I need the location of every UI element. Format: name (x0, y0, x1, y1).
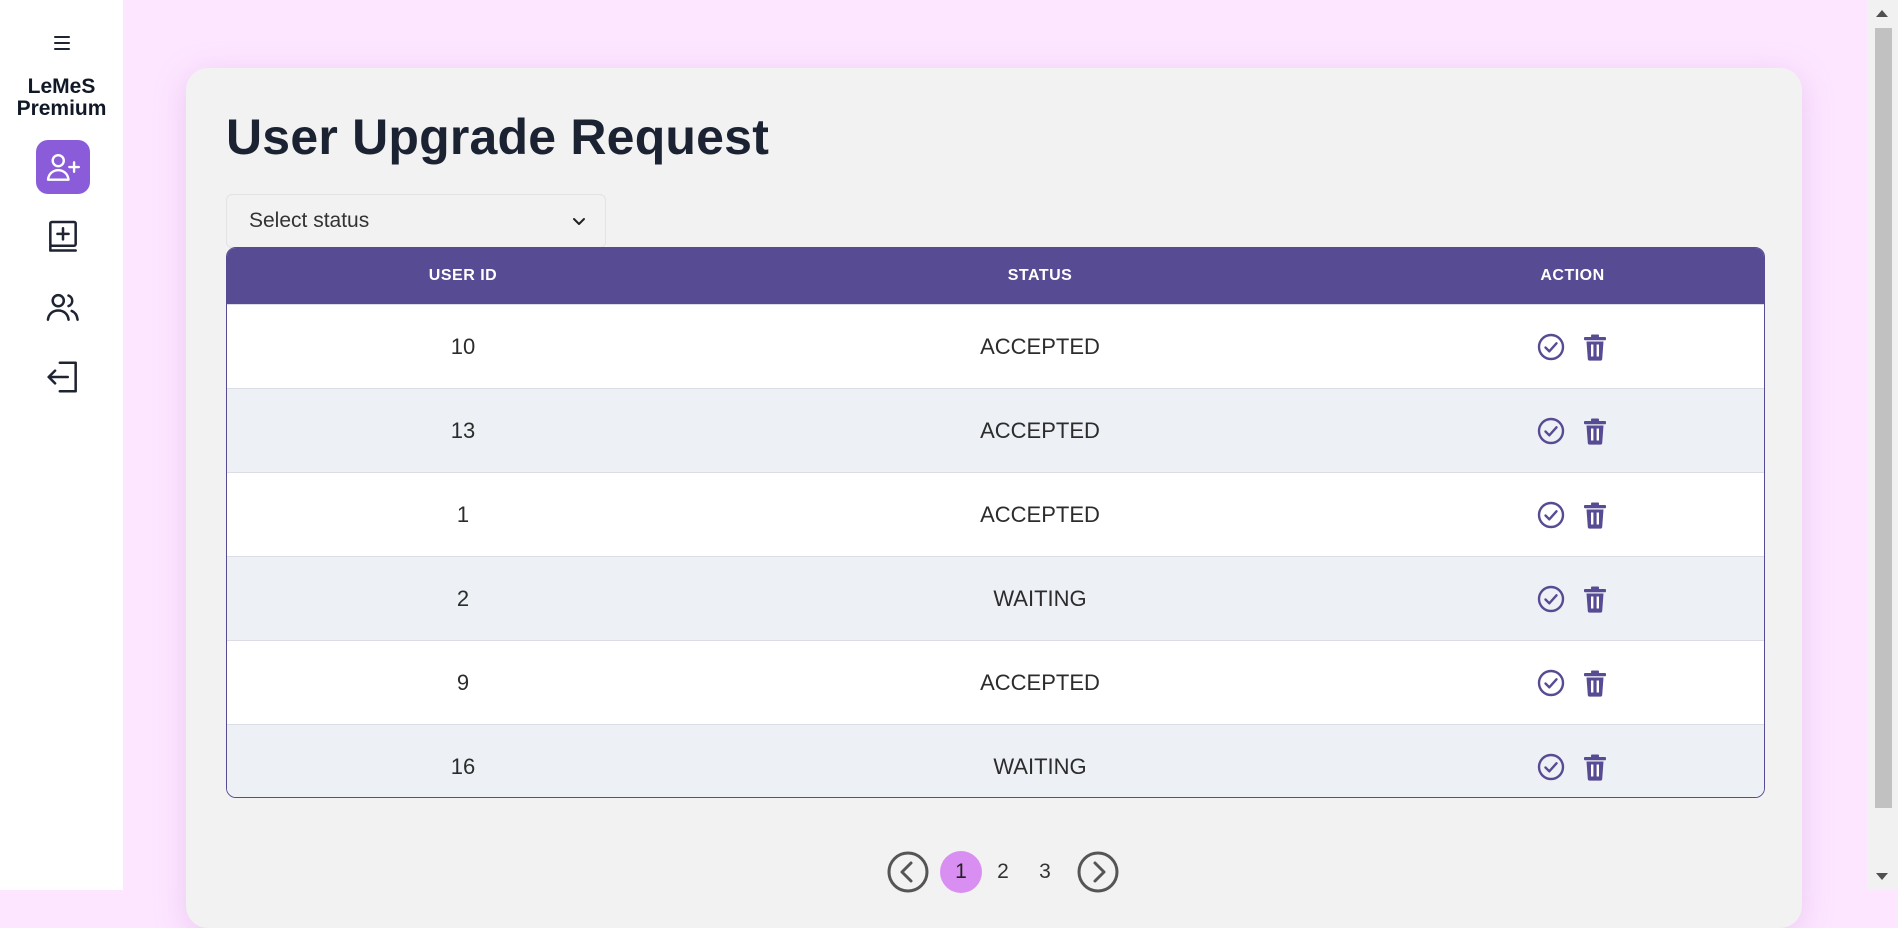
cell-user-id: 16 (227, 724, 699, 797)
cell-user-id: 9 (227, 640, 699, 725)
delete-trash-icon[interactable] (1580, 752, 1610, 782)
brand-line-2: Premium (16, 97, 107, 120)
cell-status: WAITING (699, 556, 1381, 641)
cell-actions (1381, 472, 1764, 557)
cell-actions (1381, 724, 1764, 797)
sidebar-item-upgrade-requests[interactable] (36, 140, 90, 194)
approve-check-icon[interactable] (1536, 584, 1566, 614)
cell-actions (1381, 556, 1764, 641)
header-user-id: USER ID (227, 248, 699, 305)
cell-user-id: 1 (227, 472, 699, 557)
scrollbar-thumb[interactable] (1875, 28, 1892, 808)
table-row: 1 ACCEPTED (227, 472, 1764, 557)
approve-check-icon[interactable] (1536, 668, 1566, 698)
upgrade-request-card: User Upgrade Request Select status USER … (186, 68, 1802, 928)
brand-line-1: LeMeS (27, 75, 96, 98)
approve-check-icon[interactable] (1536, 500, 1566, 530)
page-number-1[interactable]: 1 (940, 851, 982, 893)
cell-user-id: 13 (227, 388, 699, 473)
cell-actions (1381, 304, 1764, 389)
page-title: User Upgrade Request (226, 109, 770, 165)
status-select-value: Select status (249, 209, 370, 232)
delete-trash-icon[interactable] (1580, 416, 1610, 446)
page-number-3[interactable]: 3 (1024, 851, 1066, 893)
cell-user-id: 2 (227, 556, 699, 641)
page-number-2[interactable]: 2 (982, 851, 1024, 893)
user-plus-icon (46, 153, 81, 181)
menu-icon[interactable] (54, 36, 70, 50)
requests-table: USER ID STATUS ACTION 10 ACCEPTED 13 ACCEPT… (226, 247, 1765, 798)
cell-actions (1381, 388, 1764, 473)
next-page-icon[interactable] (1076, 850, 1120, 894)
cell-user-id: 10 (227, 304, 699, 389)
table-row: 9 ACCEPTED (227, 640, 1764, 725)
status-select[interactable]: Select status (226, 194, 606, 248)
sidebar-item-users[interactable] (36, 280, 90, 334)
approve-check-icon[interactable] (1536, 332, 1566, 362)
sidebar-item-add-book[interactable] (36, 210, 90, 264)
sidebar: LeMeS Premium (0, 0, 123, 890)
cell-status: ACCEPTED (699, 640, 1381, 725)
book-plus-icon (49, 220, 77, 252)
table-row: 10 ACCEPTED (227, 304, 1764, 389)
cell-status: ACCEPTED (699, 472, 1381, 557)
previous-page-icon[interactable] (886, 850, 930, 894)
cell-status: WAITING (699, 724, 1381, 797)
approve-check-icon[interactable] (1536, 416, 1566, 446)
approve-check-icon[interactable] (1536, 752, 1566, 782)
brand-logo: LeMeS Premium (0, 76, 123, 120)
pagination: 123 (886, 850, 1120, 894)
cell-status: ACCEPTED (699, 304, 1381, 389)
header-action: ACTION (1381, 248, 1764, 305)
table-header-row: USER ID STATUS ACTION (227, 248, 1764, 305)
users-icon (46, 293, 79, 321)
sidebar-item-logout[interactable] (36, 350, 90, 404)
table-row: 13 ACCEPTED (227, 388, 1764, 473)
table-row: 16 WAITING (227, 724, 1764, 797)
delete-trash-icon[interactable] (1580, 668, 1610, 698)
header-status: STATUS (699, 248, 1381, 305)
scroll-up-icon[interactable] (1876, 10, 1888, 17)
logout-icon (47, 361, 77, 393)
delete-trash-icon[interactable] (1580, 584, 1610, 614)
delete-trash-icon[interactable] (1580, 332, 1610, 362)
scroll-down-icon[interactable] (1876, 873, 1888, 880)
delete-trash-icon[interactable] (1580, 500, 1610, 530)
cell-status: ACCEPTED (699, 388, 1381, 473)
chevron-down-icon (573, 218, 585, 225)
cell-actions (1381, 640, 1764, 725)
page-scrollbar[interactable] (1867, 0, 1898, 890)
table-row: 2 WAITING (227, 556, 1764, 641)
